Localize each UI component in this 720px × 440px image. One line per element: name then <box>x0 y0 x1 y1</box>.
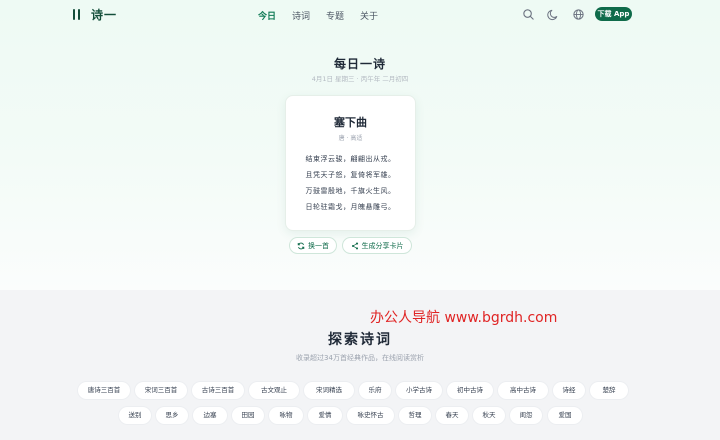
tag-chip[interactable]: 爱国 <box>548 407 582 424</box>
poem-title: 塞下曲 <box>334 116 367 129</box>
tag-chip[interactable]: 乐府 <box>359 382 391 399</box>
tag-chip[interactable]: 唐诗三百首 <box>78 382 130 399</box>
poem-line: 万鼓雷殷地，千旗火生风。 <box>305 187 396 195</box>
tag-chip[interactable]: 诗经 <box>553 382 585 399</box>
refresh-poem-button[interactable]: 换一首 <box>289 237 337 254</box>
explore-title: 探索诗词 <box>328 332 392 348</box>
tag-chip[interactable]: 思乡 <box>156 407 188 424</box>
daily-date: 4月1日 星期三 · 丙午年 二月初四 <box>311 75 409 83</box>
logo-text[interactable]: 诗一 <box>91 6 117 23</box>
share-icon <box>351 242 358 249</box>
share-label: 生成分享卡片 <box>361 241 404 250</box>
tag-chip[interactable]: 春天 <box>436 407 468 424</box>
header: 诗一 今日 诗词 专题 关于 下载 App <box>0 0 720 30</box>
tag-chip[interactable]: 送别 <box>119 407 151 424</box>
download-app-button[interactable]: 下载 App <box>595 7 632 21</box>
tag-chip[interactable]: 田园 <box>232 407 264 424</box>
main-nav: 今日 诗词 专题 关于 <box>258 9 394 22</box>
nav-item-about[interactable]: 关于 <box>360 9 378 22</box>
poem-line: 日轮驻霜戈，月魄悬雕弓。 <box>305 203 396 211</box>
tag-chip[interactable]: 高中古诗 <box>498 382 548 399</box>
tag-chip[interactable]: 古文观止 <box>249 382 299 399</box>
tag-chip[interactable]: 秋天 <box>473 407 505 424</box>
tag-chip[interactable]: 宋词精选 <box>304 382 354 399</box>
watermark-text: 办公人导航 www.bgrdh.com <box>370 310 558 326</box>
daily-title: 每日一诗 <box>333 57 386 71</box>
refresh-label: 换一首 <box>308 241 329 250</box>
poem-line: 且凭天子怒，复倚将军雄。 <box>305 171 396 179</box>
share-card-button[interactable]: 生成分享卡片 <box>342 237 412 254</box>
search-icon[interactable] <box>522 8 535 21</box>
nav-item-poems[interactable]: 诗词 <box>292 9 310 22</box>
globe-icon[interactable] <box>572 8 585 21</box>
tag-chip[interactable]: 小学古诗 <box>396 382 442 399</box>
tag-chip[interactable]: 宋词三百首 <box>135 382 187 399</box>
poem-author: 唐 · 高适 <box>338 135 363 142</box>
moon-icon[interactable] <box>547 8 560 21</box>
tag-chip[interactable]: 楚辞 <box>590 382 628 399</box>
nav-item-topics[interactable]: 专题 <box>326 9 344 22</box>
poem-line: 结束浮云骏，翩翩出从戎。 <box>305 155 396 163</box>
tag-chip[interactable]: 哲理 <box>399 407 431 424</box>
tag-chip[interactable]: 古诗三百首 <box>192 382 244 399</box>
tag-chip[interactable]: 咏史怀古 <box>347 407 394 424</box>
tag-chip[interactable]: 初中古诗 <box>447 382 493 399</box>
tag-chip[interactable]: 咏物 <box>269 407 303 424</box>
refresh-icon <box>297 242 305 249</box>
explore-subtitle: 收录超过34万首经典作品，在线阅读赏析 <box>296 354 424 362</box>
poem-card[interactable]: 塞下曲 唐 · 高适 结束浮云骏，翩翩出从戎。 且凭天子怒，复倚将军雄。 万鼓雷… <box>285 95 416 231</box>
logo-icon <box>73 9 82 20</box>
tag-chip[interactable]: 爱情 <box>308 407 342 424</box>
nav-item-today[interactable]: 今日 <box>258 9 276 22</box>
tag-chip[interactable]: 边塞 <box>193 407 227 424</box>
tag-chip[interactable]: 闺怨 <box>510 407 542 424</box>
